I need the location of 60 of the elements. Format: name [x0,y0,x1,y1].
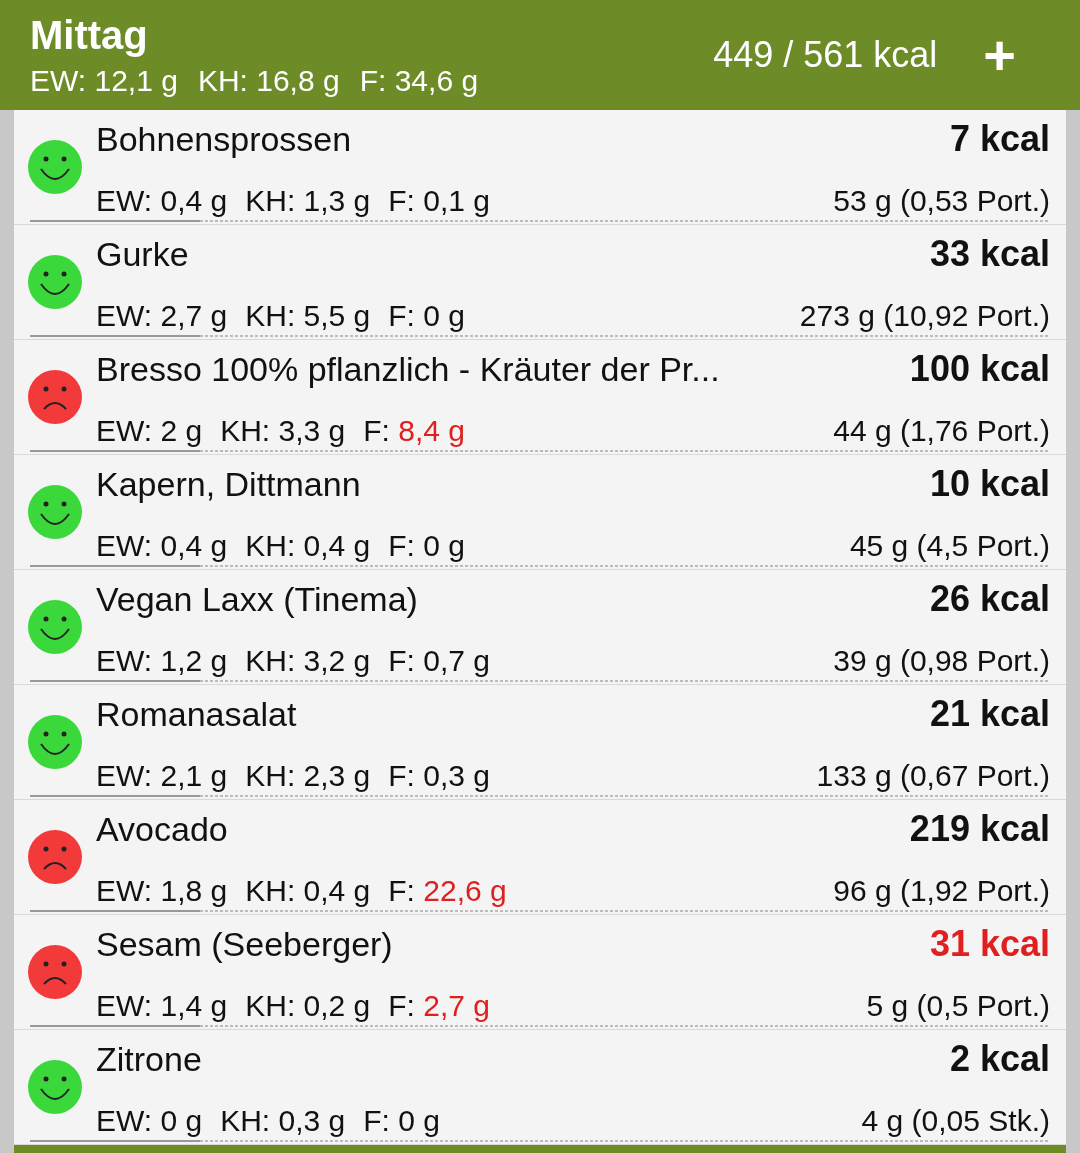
food-amount: 44 g (1,76 Port.) [833,412,1050,449]
macro-value: EW: 2 g [96,412,203,449]
food-kcal: 21 kcal [929,691,1050,736]
meal-title: Mittag [30,12,148,58]
macro-total: EW: 12,1 g [30,64,178,98]
macro-value: EW: 0,4 g [96,527,228,564]
macro-value: KH: 0,4 g [245,872,371,909]
food-amount: 273 g (10,92 Port.) [799,297,1050,334]
food-name: Vegan Laxx (Tinema) [96,578,418,620]
food-kcal: 26 kcal [929,576,1050,621]
food-kcal: 33 kcal [929,231,1050,276]
food-name: Avocado [96,808,228,850]
food-kcal: 7 kcal [949,116,1050,161]
food-name: Gurke [96,233,189,275]
macro-value: EW: 0 g [96,1102,203,1139]
food-amount: 53 g (0,53 Port.) [833,182,1050,219]
food-amount: 45 g (4,5 Port.) [849,527,1050,564]
food-amount: 5 g (0,5 Port.) [866,987,1050,1024]
macro-value: EW: 0,4 g [96,182,228,219]
macro-total: F: 34,6 g [359,64,479,98]
macro-value: KH: 0,4 g [245,527,371,564]
macro-value: EW: 2,1 g [96,757,228,794]
macro-value: KH: 3,3 g [220,412,346,449]
macro-value: F: 0 g [363,1102,440,1139]
add-button[interactable]: + [983,27,1016,83]
macro-value: EW: 1,4 g [96,987,228,1024]
macro-value: F: 22,6 g [388,872,507,909]
food-amount: 96 g (1,92 Port.) [833,872,1050,909]
macro-value: KH: 0,2 g [245,987,371,1024]
food-name: Romanasalat [96,693,297,735]
macro-value: F: 2,7 g [388,987,491,1024]
macro-value: F: 0,3 g [388,757,491,794]
macro-value: KH: 3,2 g [245,642,371,679]
macro-value: KH: 2,3 g [245,757,371,794]
macro-value: EW: 1,2 g [96,642,228,679]
kcal-total: 449 / 561 kcal [713,33,938,77]
food-kcal: 100 kcal [909,346,1050,391]
macro-value: F: 0 g [388,297,466,334]
macro-value: F: 0,1 g [388,182,491,219]
macro-value: KH: 0,3 g [220,1102,346,1139]
macro-value: KH: 5,5 g [245,297,371,334]
macro-value: F: 8,4 g [363,412,466,449]
macro-value: EW: 2,7 g [96,297,228,334]
food-amount: 39 g (0,98 Port.) [833,642,1050,679]
food-kcal: 10 kcal [929,461,1050,506]
macro-total: KH: 16,8 g [197,64,340,98]
food-name: Zitrone [96,1038,202,1080]
macro-value: F: 0,7 g [388,642,491,679]
food-kcal: 219 kcal [909,806,1050,851]
macro-value: KH: 1,3 g [245,182,371,219]
macro-value: F: 0 g [388,527,466,564]
food-name: Bohnensprossen [96,118,352,160]
food-name: Kapern, Dittmann [96,463,361,505]
macro-value: EW: 1,8 g [96,872,228,909]
food-kcal: 31 kcal [929,921,1050,966]
food-amount: 133 g (0,67 Port.) [816,757,1050,794]
food-name: Sesam (Seeberger) [96,923,393,965]
food-kcal: 2 kcal [949,1036,1050,1081]
food-name: Bresso 100% pflanzlich - Kräuter der Pr... [96,348,720,390]
food-amount: 4 g (0,05 Stk.) [861,1102,1050,1139]
